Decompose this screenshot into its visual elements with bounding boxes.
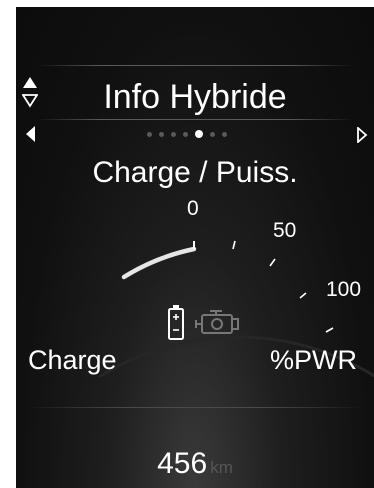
odometer-unit: km <box>210 458 233 477</box>
left-arrow-icon[interactable] <box>24 125 36 143</box>
page-dot <box>171 131 176 137</box>
top-divider <box>36 65 354 66</box>
scale-label-0: 0 <box>187 197 199 220</box>
battery-icon <box>168 305 184 340</box>
scale-label-100: 100 <box>326 278 362 301</box>
bottom-divider <box>26 407 364 408</box>
hybrid-icons <box>168 305 239 340</box>
odometer: 456 km <box>16 447 374 481</box>
right-arrow-icon[interactable] <box>356 127 368 143</box>
gauge-title: Charge / Puiss. <box>92 156 298 189</box>
gauge-tick <box>269 258 276 267</box>
page-dot <box>147 131 152 137</box>
charge-arc <box>121 246 197 280</box>
title-divider <box>36 119 354 120</box>
page-indicator <box>147 129 227 139</box>
page-dot <box>183 131 188 137</box>
cluster-display: Info Hybride Charge / Puiss. 0 50 100 Ch… <box>16 7 374 488</box>
page-dot <box>222 131 227 137</box>
power-label: %PWR <box>270 345 357 375</box>
page-dot-active <box>195 130 203 138</box>
page-title: Info Hybride <box>103 78 287 116</box>
gauge-tick <box>299 292 307 299</box>
charge-label: Charge <box>28 345 117 375</box>
scale-label-50: 50 <box>273 219 297 242</box>
gauge-tick <box>232 240 236 250</box>
odometer-value: 456 <box>157 447 208 480</box>
gauge-tick <box>325 327 334 333</box>
engine-icon <box>195 310 239 334</box>
page-dot <box>159 131 164 137</box>
page-dot <box>210 131 215 137</box>
